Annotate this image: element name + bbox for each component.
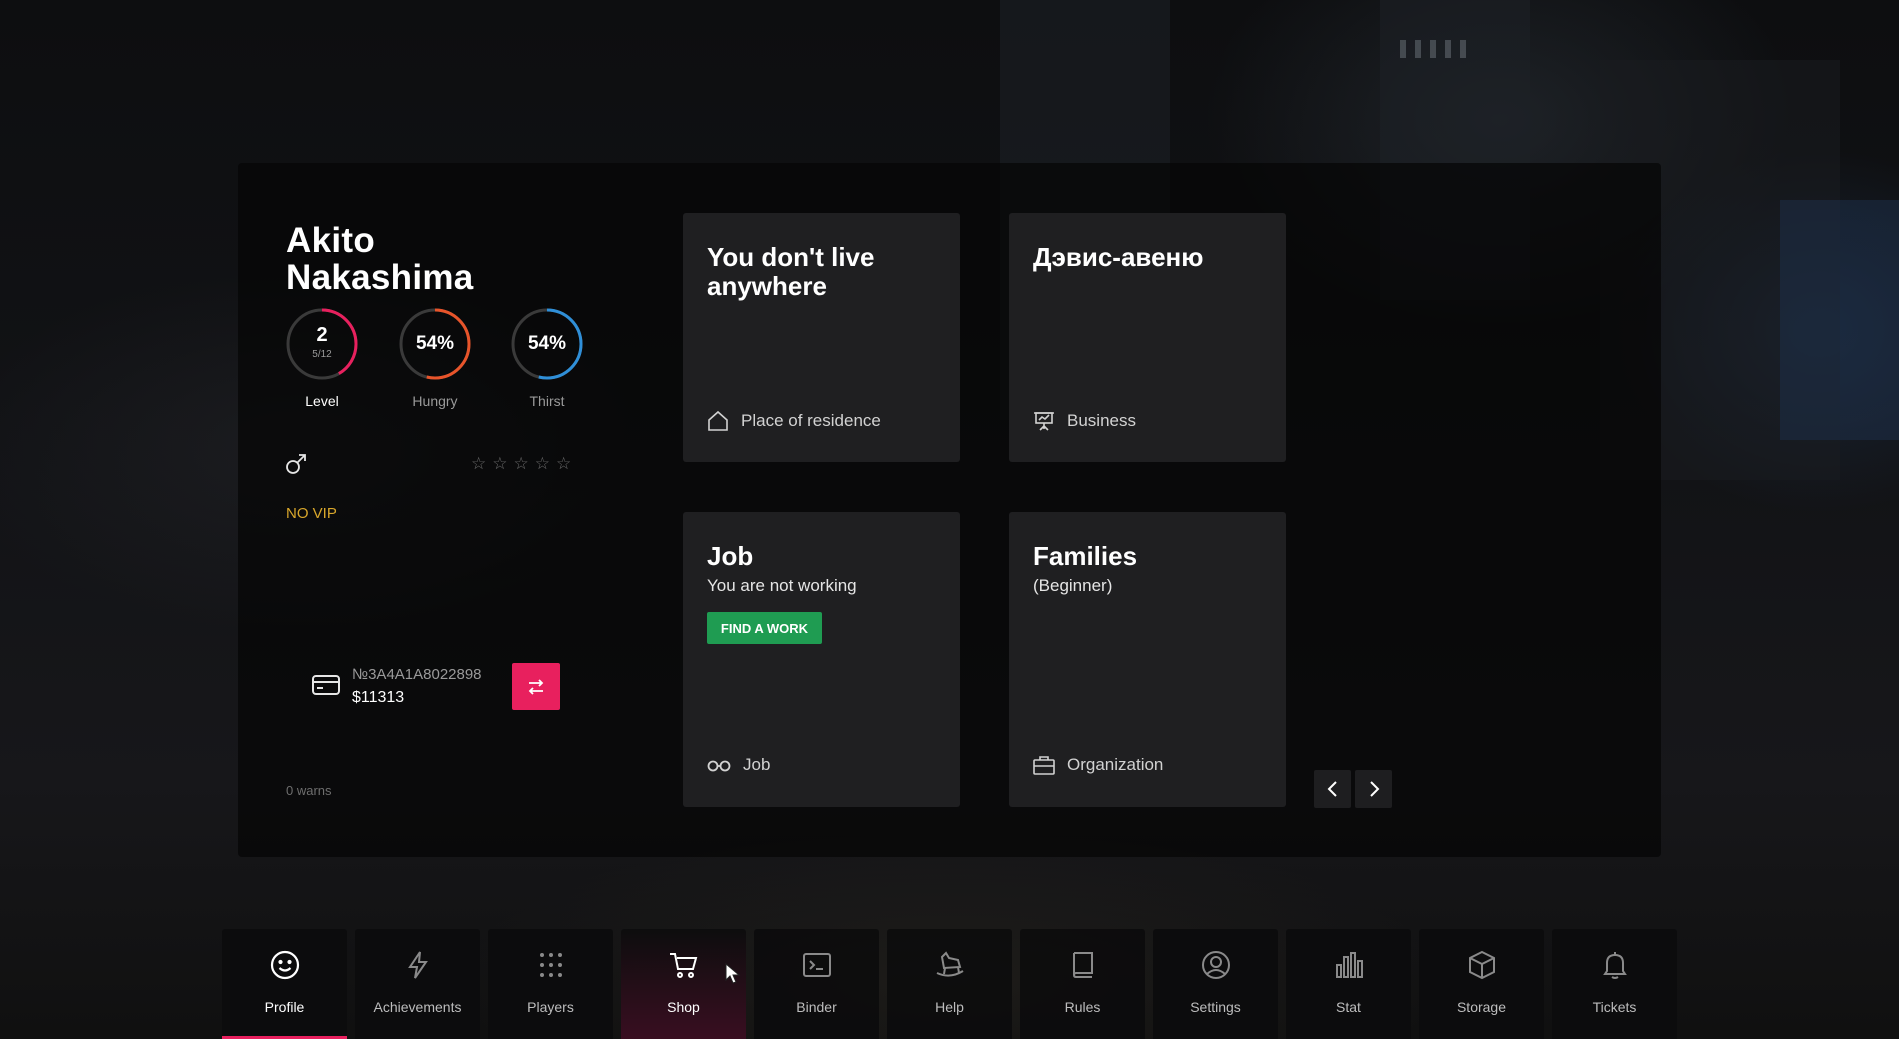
thirst-value: 54% [527,333,567,354]
nav-stat[interactable]: Stat [1286,929,1411,1039]
bar-chart-icon [1335,952,1363,978]
player-last-name: Nakashima [286,258,474,297]
nav-rules[interactable]: Rules [1020,929,1145,1039]
thirst-ring: 54% [511,308,583,380]
star-rating: ☆ ☆ ☆ ☆ ☆ [471,455,571,472]
nav-binder-label: Binder [796,999,837,1015]
bank-card-number: №3A4A1A8022898 [352,666,482,683]
bank-balance: $11313 [352,689,405,706]
mouse-cursor-icon [725,962,741,990]
hungry-label: Hungry [412,393,458,409]
lightning-icon [407,951,428,979]
level-ring: 2 5/12 [286,308,358,380]
nav-achievements[interactable]: Achievements [355,929,480,1039]
residence-tile[interactable]: You don't live anywhere Place of residen… [683,213,960,462]
star-icon: ☆ [534,454,550,473]
vip-status: NO VIP [286,505,337,522]
job-subtitle: You are not working [707,576,857,595]
hungry-ring: 54% [399,308,471,380]
star-icon: ☆ [556,454,572,473]
nav-achievements-label: Achievements [373,999,462,1015]
prev-page-button[interactable] [1314,770,1351,808]
next-page-button[interactable] [1355,770,1392,808]
nav-stat-label: Stat [1336,999,1361,1015]
user-circle-icon [1201,951,1230,979]
job-footer: Job [707,755,770,775]
male-icon [284,452,308,481]
level-value: 2 [316,324,328,346]
business-tile[interactable]: Дэвис-авеню Business [1009,213,1286,462]
box-icon [1468,950,1495,980]
business-footer: Business [1033,410,1136,432]
chevron-left-icon [1327,781,1337,797]
family-subtitle: (Beginner) [1033,576,1113,595]
level-label: Level [305,393,339,409]
star-icon: ☆ [492,454,508,473]
residence-footer: Place of residence [707,410,881,432]
family-footer: Organization [1033,755,1163,775]
grid-dots-icon [539,953,562,977]
nav-settings-label: Settings [1190,999,1241,1015]
smiley-icon [270,950,299,980]
nav-shop-label: Shop [667,999,700,1015]
nav-tickets[interactable]: Tickets [1552,929,1677,1039]
residence-title: You don't live anywhere [707,242,875,301]
glasses-icon [707,760,731,772]
business-footer-label: Business [1067,411,1136,430]
bell-icon [1602,952,1627,979]
rocking-horse-icon [936,951,964,977]
nav-settings[interactable]: Settings [1153,929,1278,1039]
terminal-icon [802,953,831,977]
residence-footer-label: Place of residence [741,411,881,430]
job-tile: Job You are not working FIND A WORK Job [683,512,960,807]
family-footer-label: Organization [1067,755,1164,774]
credit-card-icon [312,674,340,701]
level-progress: 5/12 [312,349,332,360]
star-icon: ☆ [471,454,487,473]
find-work-button[interactable]: FIND A WORK [707,612,822,644]
star-icon: ☆ [513,454,529,473]
job-footer-label: Job [743,755,771,774]
transfer-icon [528,678,544,695]
job-title: Job [707,541,754,571]
player-first-name: Akito [286,221,375,260]
hungry-value: 54% [415,333,455,354]
nav-help-label: Help [935,999,964,1015]
transfer-button[interactable] [512,663,560,710]
nav-storage[interactable]: Storage [1419,929,1544,1039]
home-icon [708,410,728,431]
nav-tickets-label: Tickets [1592,999,1637,1015]
nav-profile-label: Profile [264,999,305,1015]
nav-binder[interactable]: Binder [754,929,879,1039]
family-tile[interactable]: Families (Beginner) Organization [1009,512,1286,807]
nav-storage-label: Storage [1456,999,1507,1015]
nav-help[interactable]: Help [887,929,1012,1039]
business-title: Дэвис-авеню [1033,242,1204,272]
book-icon [1072,952,1093,978]
nav-players[interactable]: Players [488,929,613,1039]
family-title: Families [1033,541,1138,571]
warns-count: 0 warns [286,783,332,798]
briefcase-icon [1033,756,1055,775]
nav-rules-label: Rules [1064,999,1101,1015]
thirst-label: Thirst [529,393,565,409]
chevron-right-icon [1369,781,1379,797]
nav-players-label: Players [527,999,574,1015]
nav-profile[interactable]: Profile [222,929,347,1039]
presentation-icon [1034,412,1054,431]
player-name: Akito Nakashima [286,222,474,296]
shopping-cart-icon [669,953,697,978]
